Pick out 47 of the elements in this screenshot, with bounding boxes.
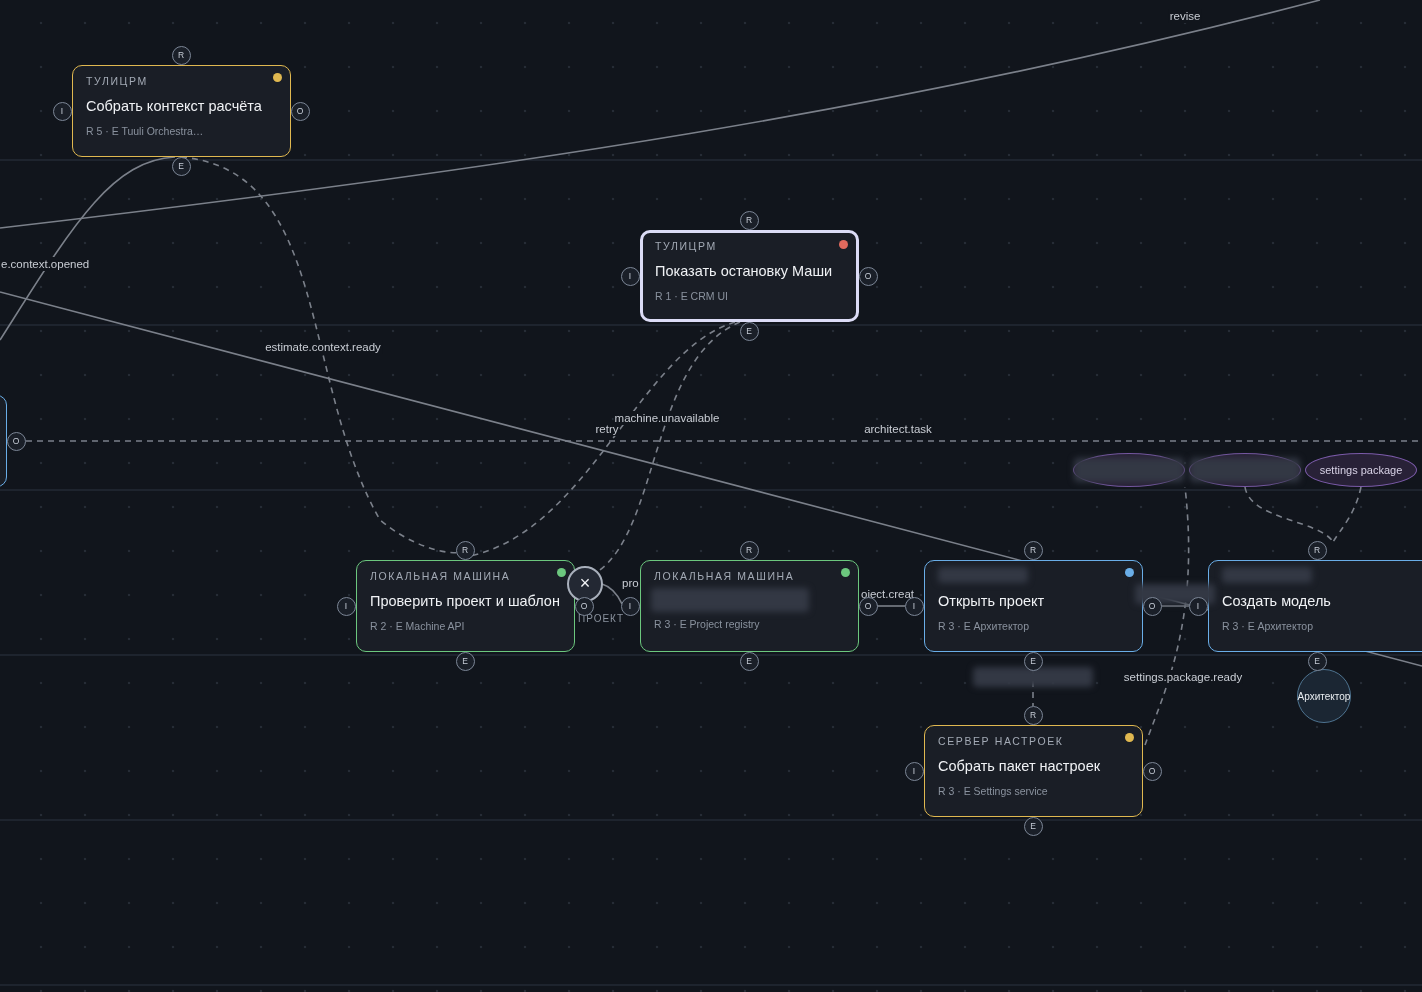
node-title: Создать модель xyxy=(1222,592,1332,610)
node-meta: R 3 · E Project registry xyxy=(654,618,761,631)
handle-caption: ПРОЕКТ xyxy=(578,612,625,624)
node-title: Показать остановку Маши xyxy=(655,262,834,280)
port-handle[interactable]: I xyxy=(52,101,72,121)
node-meta: R 5 · E Tuuli Orchestra… xyxy=(86,125,205,138)
port-handle[interactable]: R xyxy=(455,540,475,560)
node-meta: R 3 · E Архитектор xyxy=(1222,620,1315,633)
port-handle[interactable]: R xyxy=(1307,540,1327,560)
edge-label: estimate.context.ready xyxy=(264,340,382,354)
port-handle[interactable]: R xyxy=(739,540,759,560)
port-handle[interactable]: R xyxy=(1023,540,1043,560)
node-title: Открыть проект xyxy=(938,592,1046,610)
node-card[interactable]: Создать модель R 3 · E Архитектор xyxy=(1208,560,1422,652)
actor-node[interactable]: Архитектор xyxy=(1297,669,1351,723)
node-card[interactable]: СЕРВЕР НАСТРОЕК Собрать пакет настроек R 3 · E Settings service xyxy=(924,725,1143,817)
edge-label: oject.creat xyxy=(860,587,916,601)
edge-label: architect.task xyxy=(863,422,933,436)
node-meta: R 2 · E Machine API xyxy=(370,620,466,633)
port-handle[interactable]: R xyxy=(1023,705,1043,725)
port-handle[interactable]: I xyxy=(336,596,356,616)
lane-label: СЕРВЕР НАСТРОЕК xyxy=(938,735,1065,748)
port-handle[interactable]: R xyxy=(739,210,759,230)
node-title: Собрать контекст расчёта xyxy=(86,97,263,115)
node-meta: R 3 · E Settings service xyxy=(938,785,1049,798)
port-handle[interactable]: R xyxy=(171,45,191,65)
node-title: Проверить проект и шаблон xyxy=(370,592,561,610)
lane-label: ЛОКАЛЬНАЯ МАШИНА xyxy=(370,570,512,583)
lane-label: ТУЛИЦРМ xyxy=(655,240,718,253)
port-handle[interactable]: I xyxy=(904,761,924,781)
port-handle[interactable]: I xyxy=(620,266,640,286)
node-card[interactable]: Открыть проект R 3 · E Архитектор xyxy=(924,560,1143,652)
node-card[interactable]: ЛОКАЛЬНАЯ МАШИНА Проверить проект и шаблон R 2 · E Machine API xyxy=(356,560,575,652)
edge-label: revise xyxy=(1168,9,1202,23)
edge-label: retry xyxy=(594,422,620,436)
edge-label: machine.unavailable xyxy=(613,411,721,425)
node-title: Собрать пакет настроек xyxy=(938,757,1102,775)
node-meta: R 1 · E CRM UI xyxy=(655,290,729,303)
artifact-node[interactable]: settings package xyxy=(1305,453,1417,487)
node-card[interactable]: ТУЛИЦРМ Показать остановку Маши R 1 · E CRM UI xyxy=(640,230,859,322)
edge-label: settings.package.ready xyxy=(1122,670,1244,684)
node-card[interactable]: ТУЛИЦРМ Собрать контекст расчёта R 5 · E Tuuli Orchestra… xyxy=(72,65,291,157)
lane-label: ТУЛИЦРМ xyxy=(86,75,149,88)
edge-label: e.context.opened xyxy=(0,257,91,271)
node-meta: R 3 · E Архитектор xyxy=(938,620,1031,633)
node-card[interactable]: ЛОКАЛЬНАЯ МАШИНА R 3 · E Project registry xyxy=(640,560,859,652)
lane-label: ЛОКАЛЬНАЯ МАШИНА xyxy=(654,570,796,583)
